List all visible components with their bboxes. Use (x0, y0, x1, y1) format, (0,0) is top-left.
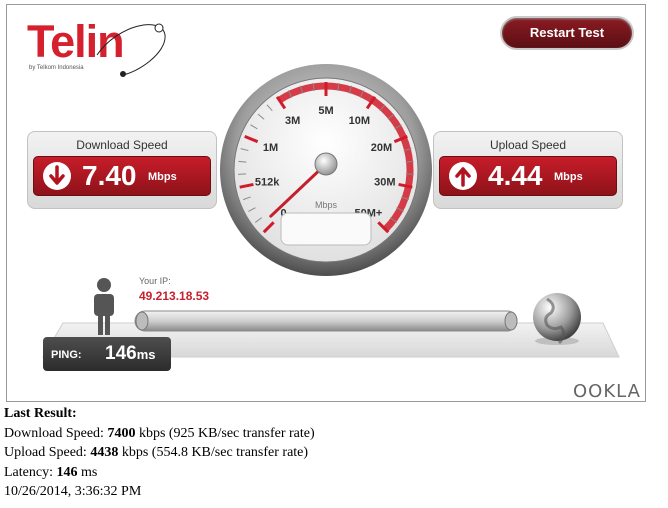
ping-value: 146 (105, 343, 137, 364)
download-speed-unit: Mbps (148, 171, 177, 183)
gauge-tick-label: 5M (318, 105, 333, 117)
download-speed-title: Download Speed (76, 138, 168, 152)
ping-label: PING: (51, 349, 82, 361)
download-speed-box: Download Speed 7.40 Mbps (27, 131, 217, 209)
your-ip-value: 49.213.18.53 (139, 289, 210, 303)
upload-speed-box: Upload Speed 4.44 Mbps (433, 131, 623, 209)
gauge-tick-label: 20M (371, 142, 392, 154)
result-timestamp: 10/26/2014, 3:36:32 PM (4, 484, 142, 499)
last-result-heading: Last Result: (4, 406, 77, 421)
gauge-hub (314, 152, 338, 176)
gauge-readout-box (280, 212, 372, 246)
arrow-down-icon (43, 162, 71, 190)
gauge-tick-label: 30M (374, 177, 395, 189)
gauge-unit-label: Mbps (315, 200, 338, 210)
latency-result-line: Latency: 146 ms (4, 464, 98, 480)
upload-speed-value: 4.44 (488, 160, 543, 191)
gauge-tick-label: 1M (263, 142, 278, 154)
download-result-line: Download Speed: 7400 kbps (925 KB/sec tr… (4, 425, 315, 441)
upload-result-line: Upload Speed: 4438 kbps (554.8 KB/sec tr… (4, 445, 309, 460)
arrow-up-icon (449, 162, 477, 190)
gauge-tick-label: 3M (285, 115, 300, 127)
speed-gauge: 0512k1M3M5M10M20M30M50M+ Mbps (220, 64, 432, 276)
download-speed-value-panel: 7.40 Mbps (33, 156, 211, 196)
upload-speed-unit: Mbps (554, 171, 583, 183)
connection-tube (134, 310, 518, 332)
gauge-tick-label: 512k (255, 177, 280, 189)
ping-unit: ms (136, 347, 156, 362)
restart-test-button[interactable]: Restart Test (500, 16, 634, 50)
telin-logo: Telin by Telkom Indonesia (27, 15, 177, 77)
logo-orbit-icon (96, 23, 166, 77)
your-ip-label: Your IP: (139, 276, 171, 286)
ping-box: PING: 146ms (43, 337, 171, 371)
last-result-block: Last Result: Download Speed: 7400 kbps (… (4, 404, 315, 502)
upload-speed-title: Upload Speed (489, 138, 567, 152)
upload-speed-value-panel: 4.44 Mbps (439, 156, 617, 196)
gauge-tick-label: 10M (349, 115, 370, 127)
speedtest-panel: Telin by Telkom Indonesia Restart Test D… (6, 4, 646, 402)
ookla-logo: OOKLA (573, 381, 641, 402)
download-speed-value: 7.40 (82, 160, 137, 191)
ping-value-wrap: 146ms (105, 343, 156, 365)
